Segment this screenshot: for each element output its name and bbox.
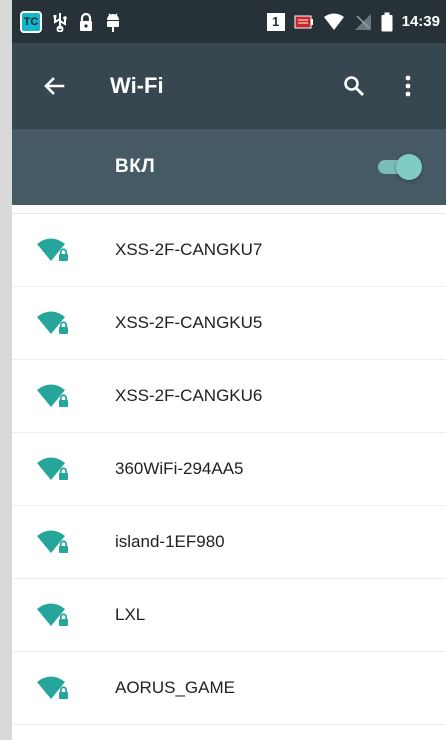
network-name: XSS-2F-CANGKU6: [115, 386, 263, 405]
screen-frame: TC 1 14:39 Wi-Fi ВКЛ XSS-2F-CANGKU7 XSS-…: [0, 0, 446, 740]
network-list-item[interactable]: XSS-2F-CANGKU7: [12, 214, 446, 287]
status-indicators: 1 14:39: [266, 12, 440, 32]
network-name: LXL: [115, 605, 146, 624]
wifi-signal-icon: [323, 13, 344, 30]
sim-slot-icon: 1: [266, 12, 285, 31]
search-icon: [344, 76, 364, 96]
overflow-menu-button[interactable]: [388, 66, 428, 106]
network-list-item[interactable]: 360WiFi-294AA5: [12, 433, 446, 506]
network-list-item[interactable]: XSS-2F-CANGKU5: [12, 287, 446, 360]
wifi-master-switch-bar[interactable]: ВКЛ: [12, 129, 446, 205]
wifi-locked-icon: [37, 603, 68, 626]
app-notification-icon: TC: [20, 10, 42, 33]
wifi-toggle-switch[interactable]: [376, 152, 422, 182]
android-debug-icon: [107, 13, 119, 32]
network-rows: XSS-2F-CANGKU7 XSS-2F-CANGKU5 XSS-2F-CAN…: [12, 214, 446, 725]
toggle-thumb: [396, 154, 422, 180]
network-name: 360WiFi-294AA5: [115, 459, 244, 478]
wifi-switch-label: ВКЛ: [115, 156, 156, 177]
wifi-locked-icon: [37, 311, 68, 334]
cellular-no-signal-icon: [354, 13, 371, 30]
network-name: XSS-2F-CANGKU7: [115, 240, 263, 259]
toolbar-actions: [334, 66, 428, 106]
network-name: island-1EF980: [115, 532, 225, 551]
network-list-item[interactable]: island-1EF980: [12, 506, 446, 579]
network-name: AORUS_GAME: [115, 678, 235, 697]
usb-icon: [53, 12, 67, 32]
battery-saver-icon: [294, 15, 313, 28]
search-button[interactable]: [334, 66, 374, 106]
more-vert-icon: [405, 75, 411, 97]
wifi-locked-icon: [37, 238, 68, 261]
wifi-locked-icon: [37, 457, 68, 480]
app-toolbar: Wi-Fi: [12, 43, 446, 129]
network-list-item[interactable]: AORUS_GAME: [12, 652, 446, 725]
status-bar: TC 1 14:39: [12, 0, 446, 43]
lock-icon: [80, 12, 92, 31]
wifi-locked-icon: [37, 530, 68, 553]
wifi-locked-icon: [37, 384, 68, 407]
battery-icon: [381, 12, 393, 31]
network-list-item[interactable]: XSS-2F-CANGKU6: [12, 360, 446, 433]
back-button[interactable]: [34, 66, 74, 106]
network-name: XSS-2F-CANGKU5: [115, 313, 263, 332]
arrow-back-icon: [44, 77, 65, 95]
page-title: Wi-Fi: [110, 73, 164, 98]
wifi-locked-icon: [37, 676, 68, 699]
status-notifications: TC: [20, 10, 122, 33]
status-time: 14:39: [401, 13, 440, 30]
network-list-item[interactable]: LXL: [12, 579, 446, 652]
network-list: XSS-2F-CANGKU7 XSS-2F-CANGKU5 XSS-2F-CAN…: [12, 205, 446, 725]
